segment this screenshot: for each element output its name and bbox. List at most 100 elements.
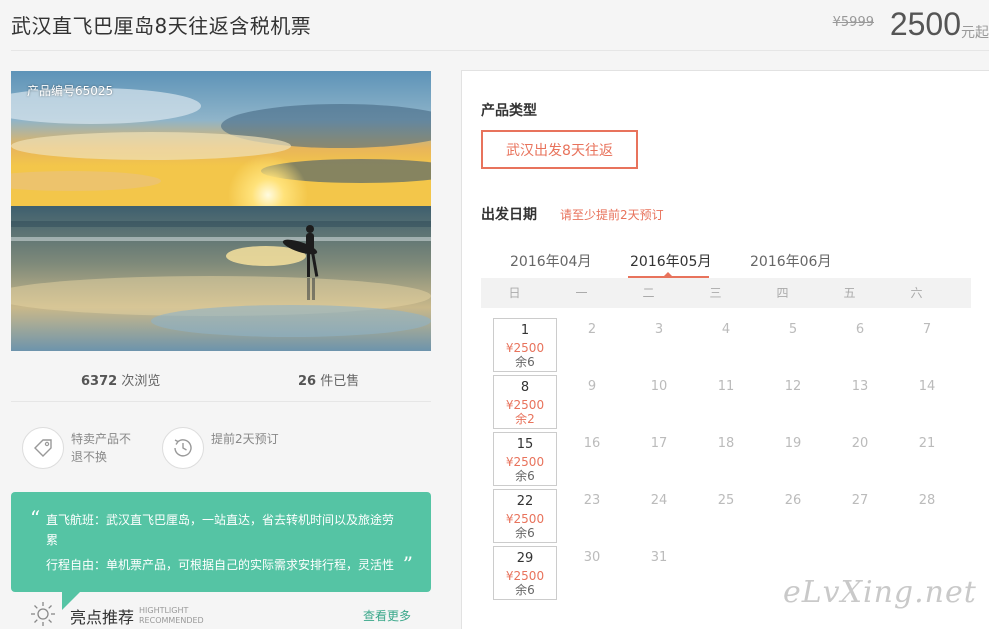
active-month-caret [663,272,673,277]
day-number: 6 [855,322,865,337]
stats-divider [11,401,431,402]
views-stat: 6372 次浏览 [81,370,160,389]
highlight-subtitle: HIGHTLIGHT RECOMMENDED [139,606,204,626]
day-stock: 余6 [515,469,535,483]
calendar-day: 12 [761,375,825,429]
booking-note: 请至少提前2天预订 [560,208,664,222]
product-type-label: 产品类型 [481,103,537,119]
product-title: 武汉直飞巴厘岛8天往返含税机票 [11,14,312,38]
calendar-day: 9 [560,375,624,429]
day-number: 2 [587,322,597,337]
day-number: 19 [784,436,802,451]
day-number: 5 [788,322,798,337]
day-number: 24 [650,493,668,508]
open-quote: “ [30,506,41,530]
close-quote: ” [402,552,413,576]
current-price: 2500 [889,6,961,42]
day-number: 17 [650,436,668,451]
day-number: 26 [784,493,802,508]
calendar-day: 30 [560,546,624,600]
calendar-day: 11 [694,375,758,429]
day-stock: 余6 [515,526,535,540]
calendar-day: 31 [627,546,691,600]
day-number: 10 [650,379,668,394]
day-number: 30 [583,550,601,565]
day-number: 4 [721,322,731,337]
feature-no-refund: 特卖产品不退不换 [22,427,139,471]
sunset-beach-image [11,71,431,351]
calendar-day-available[interactable]: 1 ¥2500 余6 [493,318,557,372]
highlight-section: 亮点推荐 HIGHTLIGHT RECOMMENDED 查看更多 [28,598,428,628]
calendar-day: 2 [560,318,624,372]
calendar-day: 3 [627,318,691,372]
calendar-day: 24 [627,489,691,543]
feature-text: 特卖产品不退不换 [71,432,132,464]
calendar-day: 21 [895,432,959,486]
product-stats: 6372 次浏览 26 件已售 [11,370,431,390]
header-divider [11,50,989,51]
calendar-day: 14 [895,375,959,429]
day-stock: 余6 [515,355,535,369]
day-number: 25 [717,493,735,508]
calendar-day: 4 [694,318,758,372]
views-label: 次浏览 [117,374,161,389]
weekday-header: 日一二三四五六 [481,278,971,308]
day-number: 31 [650,550,668,565]
day-number: 21 [918,436,936,451]
day-number: 22 [516,494,534,509]
sold-count: 26 [298,374,317,389]
calendar-day: 26 [761,489,825,543]
promo-line-2: 行程自由：单机票产品，可根据自己的实际需求安排行程，灵活性 [46,558,395,572]
day-price: ¥2500 [505,398,545,412]
month-tab-may[interactable]: 2016年05月 [630,251,711,271]
day-price: ¥2500 [505,512,545,526]
price-unit: 元起 [961,25,989,41]
calendar-day: 5 [761,318,825,372]
tag-icon [22,427,64,469]
product-type-option[interactable]: 武汉出发8天往返 [481,130,638,169]
weekday-label: 五 [843,286,856,300]
calendar-day: 16 [560,432,624,486]
view-more-link[interactable]: 查看更多 [363,607,411,624]
weekday-label: 四 [776,286,789,300]
highlight-title: 亮点推荐 [70,608,135,627]
calendar-day: 19 [761,432,825,486]
calendar-day-available[interactable]: 29 ¥2500 余6 [493,546,557,600]
calendar-day: 27 [828,489,892,543]
calendar-day: 13 [828,375,892,429]
calendar-day-available[interactable]: 15 ¥2500 余6 [493,432,557,486]
departure-date-label: 出发日期 [481,207,537,223]
day-number: 13 [851,379,869,394]
day-number: 27 [851,493,869,508]
weekday-label: 二 [642,286,655,300]
feature-text: 提前2天预订 [211,432,279,446]
calendar-day-available[interactable]: 8 ¥2500 余2 [493,375,557,429]
highlight-sub-1: HIGHTLIGHT [139,606,189,615]
calendar-day: 7 [895,318,959,372]
day-number: 8 [520,380,530,395]
promo-line-1: 直飞航班：武汉直飞巴厘岛，一站直达，省去转机时间以及旅途劳累 [46,513,395,547]
clock-icon [162,427,204,469]
product-photo: 产品编号65025 [11,71,431,351]
day-number: 1 [520,323,530,338]
booking-panel: 产品类型 武汉出发8天往返 出发日期 请至少提前2天预订 2016年04月 20… [461,70,989,629]
calendar-day-available[interactable]: 22 ¥2500 余6 [493,489,557,543]
product-code: 产品编号65025 [27,84,114,98]
day-number: 7 [922,322,932,337]
day-stock: 余6 [515,583,535,597]
day-number: 12 [784,379,802,394]
day-number: 18 [717,436,735,451]
day-number: 15 [516,437,534,452]
day-price: ¥2500 [505,341,545,355]
weekday-label: 日 [508,286,521,300]
calendar-day: 20 [828,432,892,486]
calendar-day: 23 [560,489,624,543]
day-number: 14 [918,379,936,394]
month-tab-apr[interactable]: 2016年04月 [510,251,591,271]
promo-box: “ 直飞航班：武汉直飞巴厘岛，一站直达，省去转机时间以及旅途劳累 行程自由：单机… [11,492,431,592]
day-price: ¥2500 [505,569,545,583]
month-tab-jun[interactable]: 2016年06月 [750,251,831,271]
feature-advance-booking: 提前2天预订 [162,427,279,471]
day-number: 23 [583,493,601,508]
weekday-label: 一 [575,286,588,300]
